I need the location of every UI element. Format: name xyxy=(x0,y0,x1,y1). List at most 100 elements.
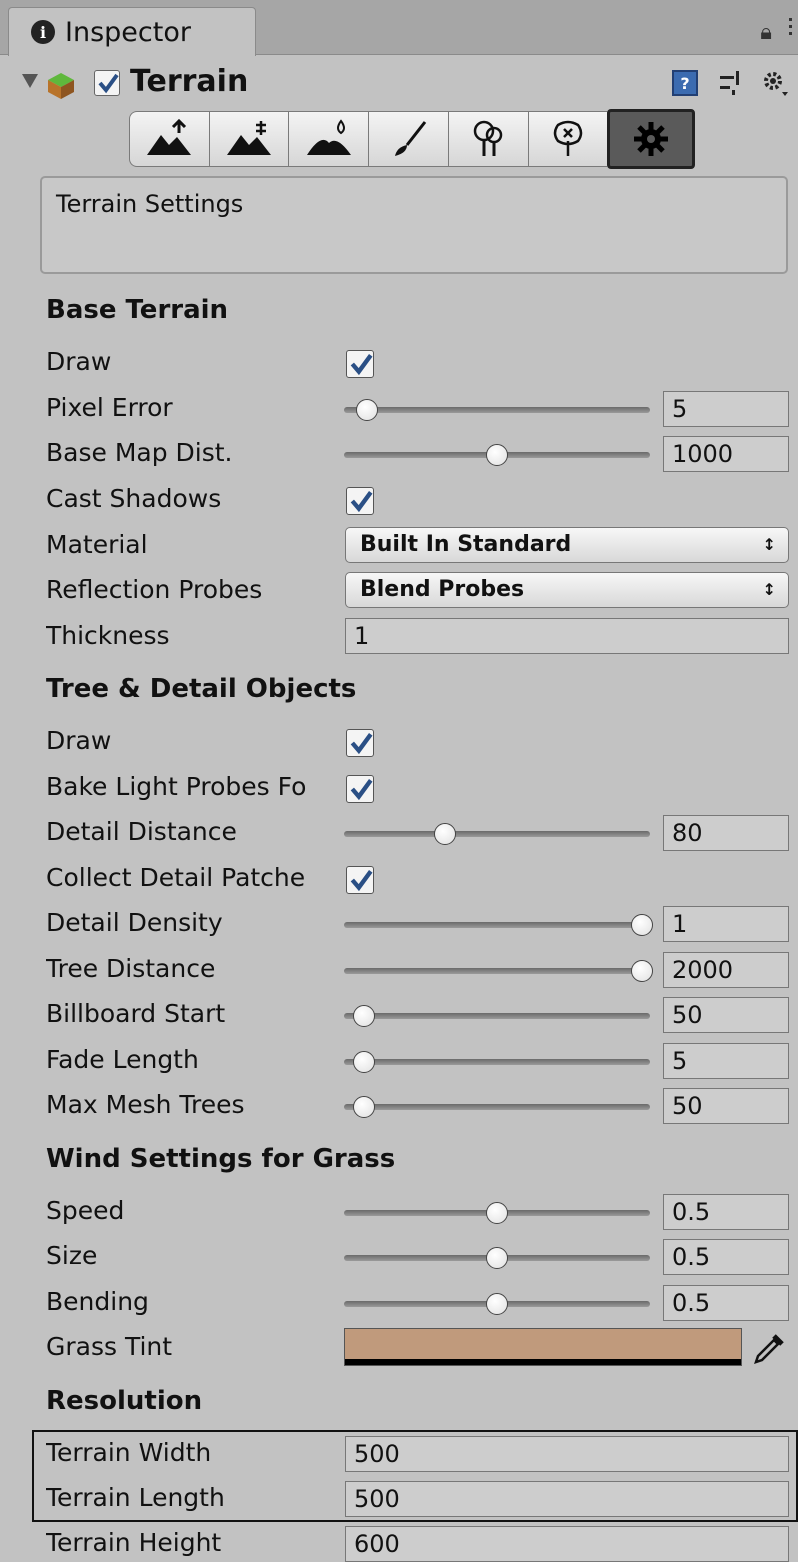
raise-lower-icon xyxy=(147,119,192,155)
collect-detail-patches-label: Collect Detail Patche xyxy=(46,863,306,892)
max-mesh-trees-field[interactable]: 50 xyxy=(663,1088,789,1124)
slider-thumb[interactable] xyxy=(433,823,456,845)
thickness-label: Thickness xyxy=(46,621,170,650)
place-trees-tool[interactable] xyxy=(447,111,528,167)
detail-distance-slider[interactable] xyxy=(344,819,650,849)
tree-distance-field[interactable]: 2000 xyxy=(663,952,789,988)
slider-thumb[interactable] xyxy=(486,444,508,466)
panel-menu-icon[interactable] xyxy=(786,14,794,40)
component-title: Terrain xyxy=(130,64,249,99)
reflection-probes-dropdown[interactable]: Blend Probes ↕ xyxy=(345,572,789,608)
pixel-error-label: Pixel Error xyxy=(46,393,173,422)
paint-height-tool[interactable] xyxy=(208,111,289,167)
slider-thumb[interactable] xyxy=(352,1051,375,1073)
inspector-tab-bar: i Inspector 🔒︎ xyxy=(0,0,798,56)
terrain-tool-bar xyxy=(129,109,696,169)
fade-length-field[interactable]: 5 xyxy=(663,1043,789,1079)
paint-texture-tool[interactable] xyxy=(368,111,448,167)
wind-size-label: Size xyxy=(46,1241,98,1270)
tree-distance-slider[interactable] xyxy=(344,956,653,986)
section-wind-settings: Wind Settings for Grass xyxy=(46,1144,396,1174)
slider-thumb[interactable] xyxy=(631,914,653,936)
slider-thumb[interactable] xyxy=(486,1202,508,1224)
thickness-field[interactable]: 1 xyxy=(345,618,789,654)
bake-light-probes-checkbox[interactable] xyxy=(346,775,374,803)
detail-distance-field[interactable]: 80 xyxy=(663,815,789,851)
eyedropper-icon[interactable] xyxy=(752,1328,786,1366)
inspector-tab[interactable]: i Inspector xyxy=(8,7,256,56)
smooth-height-tool[interactable] xyxy=(288,111,369,167)
base-map-dist-field[interactable]: 1000 xyxy=(663,436,789,472)
cast-shadows-label: Cast Shadows xyxy=(46,484,222,513)
draw-checkbox[interactable] xyxy=(346,350,374,378)
paint-texture-icon xyxy=(394,121,426,156)
wind-bending-slider[interactable] xyxy=(344,1289,650,1319)
base-map-dist-slider[interactable] xyxy=(344,440,650,470)
base-map-dist-label: Base Map Dist. xyxy=(46,438,233,467)
grass-tint-color-field[interactable] xyxy=(344,1328,742,1366)
section-tree-detail-objects: Tree & Detail Objects xyxy=(46,674,357,704)
tree-draw-checkbox[interactable] xyxy=(346,729,374,757)
raise-lower-terrain-tool[interactable] xyxy=(129,111,209,167)
foldout-arrow-icon[interactable] xyxy=(22,74,38,88)
section-base-terrain: Base Terrain xyxy=(46,295,229,325)
section-resolution: Resolution xyxy=(46,1386,203,1416)
slider-thumb[interactable] xyxy=(352,1096,375,1118)
grass-tint-label: Grass Tint xyxy=(46,1332,173,1361)
paint-details-tool[interactable] xyxy=(527,111,608,167)
reflection-probes-value: Blend Probes xyxy=(360,577,525,602)
inspector-tab-title: Inspector xyxy=(65,16,191,48)
collect-detail-patches-checkbox[interactable] xyxy=(346,866,374,894)
wind-size-slider[interactable] xyxy=(344,1243,650,1273)
detail-density-label: Detail Density xyxy=(46,908,223,937)
billboard-start-slider[interactable] xyxy=(344,1001,650,1031)
detail-density-field[interactable]: 1 xyxy=(663,906,789,942)
tool-description-text: Terrain Settings xyxy=(56,190,244,218)
dropdown-arrows-icon: ↕ xyxy=(762,580,776,599)
component-enabled-checkbox[interactable] xyxy=(94,70,120,96)
slider-thumb[interactable] xyxy=(355,399,378,421)
draw-label: Draw xyxy=(46,347,112,376)
bake-light-probes-label: Bake Light Probes Fo xyxy=(46,772,307,801)
place-trees-icon xyxy=(473,120,503,156)
detail-distance-label: Detail Distance xyxy=(46,817,237,846)
max-mesh-trees-slider[interactable] xyxy=(344,1092,650,1122)
terrain-settings-tool[interactable] xyxy=(607,109,696,169)
terrain-height-field[interactable]: 600 xyxy=(345,1526,789,1562)
tool-description-box: Terrain Settings xyxy=(40,176,788,274)
slider-thumb[interactable] xyxy=(486,1247,508,1269)
paint-height-icon xyxy=(227,121,272,155)
info-icon: i xyxy=(31,20,55,44)
fade-length-slider[interactable] xyxy=(344,1047,650,1077)
fade-length-label: Fade Length xyxy=(46,1045,199,1074)
wind-bending-label: Bending xyxy=(46,1287,149,1316)
wind-speed-slider[interactable] xyxy=(344,1198,650,1228)
help-icon[interactable]: ? xyxy=(672,70,698,96)
pixel-error-field[interactable]: 5 xyxy=(663,391,789,427)
cast-shadows-checkbox[interactable] xyxy=(346,487,374,515)
slider-thumb[interactable] xyxy=(631,960,653,982)
wind-size-field[interactable]: 0.5 xyxy=(663,1239,789,1275)
detail-density-slider[interactable] xyxy=(344,910,653,940)
billboard-start-label: Billboard Start xyxy=(46,999,226,1028)
component-settings-gear-icon[interactable] xyxy=(760,68,790,98)
smooth-height-icon xyxy=(306,119,351,155)
slider-thumb[interactable] xyxy=(486,1293,508,1315)
pixel-error-slider[interactable] xyxy=(344,395,650,425)
max-mesh-trees-label: Max Mesh Trees xyxy=(46,1090,245,1119)
terrain-height-label: Terrain Height xyxy=(46,1528,222,1557)
billboard-start-field[interactable]: 50 xyxy=(663,997,789,1033)
slider-thumb[interactable] xyxy=(352,1005,375,1027)
material-dropdown[interactable]: Built In Standard ↕ xyxy=(345,527,789,563)
reflection-probes-label: Reflection Probes xyxy=(46,575,263,604)
wind-bending-field[interactable]: 0.5 xyxy=(663,1285,789,1321)
dropdown-arrows-icon: ↕ xyxy=(762,535,776,554)
wind-speed-field[interactable]: 0.5 xyxy=(663,1194,789,1230)
terrain-icon xyxy=(48,73,74,99)
preset-icon[interactable] xyxy=(718,68,744,98)
tree-distance-label: Tree Distance xyxy=(46,954,216,983)
lock-icon[interactable]: 🔒︎ xyxy=(760,20,772,45)
paint-details-icon xyxy=(553,120,583,156)
material-label: Material xyxy=(46,530,148,559)
wind-speed-label: Speed xyxy=(46,1196,125,1225)
